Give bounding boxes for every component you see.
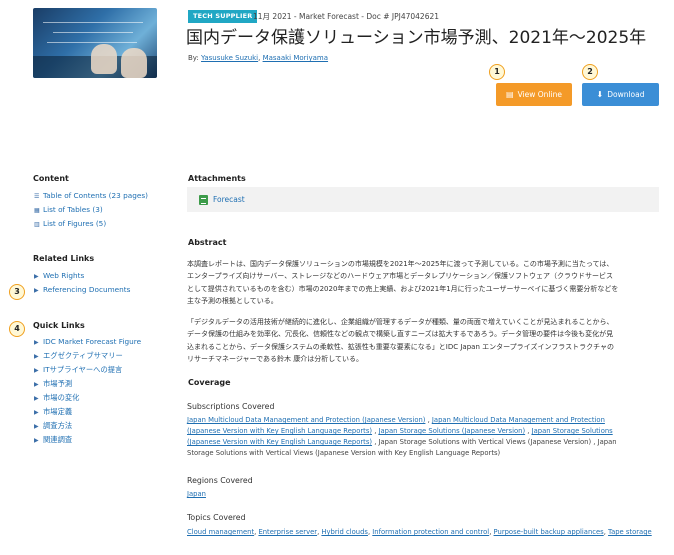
quick-link[interactable]: ▶ ITサプライヤーへの提言: [34, 365, 122, 376]
authors-line: By: Yasusuke Suzuki, Masaaki Moriyama: [188, 54, 329, 62]
attachment-row: Forecast: [187, 187, 659, 212]
document-icon: ▤: [506, 90, 514, 99]
subscription-link[interactable]: (Japanese Version with Key English Langu…: [187, 438, 372, 446]
coverage-heading: Coverage: [188, 378, 231, 387]
quick-link[interactable]: ▶ IDC Market Forecast Figure: [34, 337, 141, 348]
quick-link[interactable]: ▶ 市場予測: [34, 379, 72, 390]
sidebar-item-list-of-tables[interactable]: ▦ List of Tables (3): [34, 205, 103, 216]
callout-marker: 3: [9, 284, 25, 300]
caret-right-icon: ▶: [34, 381, 39, 388]
subscription-link[interactable]: Japan Multicloud Data Management and Pro…: [432, 416, 605, 424]
caret-right-icon: ▶: [34, 287, 39, 294]
view-online-button[interactable]: ▤ View Online: [496, 83, 572, 106]
download-icon: ⬇: [596, 90, 604, 99]
document-type-badge: TECH SUPPLIER: [188, 10, 258, 23]
report-thumbnail: [33, 8, 157, 78]
page-title: 国内データ保護ソリューション市場予測、2021年～2025年: [186, 28, 647, 48]
caret-right-icon: ▶: [34, 339, 39, 346]
caret-right-icon: ▶: [34, 367, 39, 374]
topics-list: Cloud management, Enterprise server, Hyb…: [187, 528, 652, 536]
regions-heading: Regions Covered: [187, 476, 253, 485]
author-link[interactable]: Yasusuke Suzuki: [201, 54, 258, 62]
sidebar-item-web-rights[interactable]: ▶ Web Rights: [34, 271, 84, 282]
download-button[interactable]: ⬇ Download: [582, 83, 659, 106]
content-heading: Content: [33, 174, 69, 183]
quick-link[interactable]: ▶ 関連調査: [34, 435, 72, 446]
subscriptions-list: Japan Multicloud Data Management and Pro…: [187, 416, 617, 457]
author-link[interactable]: Masaaki Moriyama: [263, 54, 328, 62]
sidebar-item-list-of-figures[interactable]: ▥ List of Figures (5): [34, 219, 106, 230]
excel-file-icon: [199, 195, 208, 205]
subscription-link[interactable]: Japan Storage Solutions: [532, 427, 613, 435]
topic-link[interactable]: Enterprise server: [258, 528, 317, 536]
topic-link[interactable]: Hybrid clouds: [321, 528, 368, 536]
regions-list: Japan: [187, 489, 657, 500]
caret-right-icon: ▶: [34, 437, 39, 444]
caret-right-icon: ▶: [34, 273, 39, 280]
caret-right-icon: ▶: [34, 395, 39, 402]
sidebar-item-referencing-documents[interactable]: ▶ Referencing Documents: [34, 285, 130, 296]
caret-right-icon: ▶: [34, 353, 39, 360]
subscription-link[interactable]: Japan Storage Solutions (Japanese Versio…: [379, 427, 526, 435]
subscription-link[interactable]: Japan Multicloud Data Management and Pro…: [187, 416, 425, 424]
quick-link[interactable]: ▶ エグゼクティブサマリー: [34, 351, 123, 362]
abstract-paragraph-1: 本調査レポートは、国内データ保護ソリューションの市場規模を2021年～2025年…: [187, 260, 619, 305]
caret-right-icon: ▶: [34, 423, 39, 430]
caret-right-icon: ▶: [34, 409, 39, 416]
callout-marker: 4: [9, 321, 25, 337]
related-links-heading: Related Links: [33, 254, 95, 263]
sidebar-item-table-of-contents[interactable]: ☰ Table of Contents (23 pages): [34, 191, 148, 202]
subscriptions-heading: Subscriptions Covered: [187, 402, 275, 411]
topic-link[interactable]: Information protection and control: [372, 528, 489, 536]
bar-chart-icon: ▥: [34, 221, 40, 228]
quick-link[interactable]: ▶ 調査方法: [34, 421, 72, 432]
abstract-heading: Abstract: [188, 238, 227, 247]
topic-link[interactable]: Tape storage: [608, 528, 652, 536]
table-icon: ▦: [34, 207, 40, 214]
attachment-link-forecast[interactable]: Forecast: [213, 195, 245, 205]
attachments-heading: Attachments: [188, 174, 246, 183]
callout-marker: 1: [489, 64, 505, 80]
quick-link[interactable]: ▶ 市場定義: [34, 407, 72, 418]
region-link[interactable]: Japan: [187, 490, 206, 498]
callout-marker: 2: [582, 64, 598, 80]
quick-links-heading: Quick Links: [33, 321, 85, 330]
document-meta: 11月 2021 - Market Forecast - Doc # JPJ47…: [253, 12, 440, 21]
quick-link[interactable]: ▶ 市場の変化: [34, 393, 79, 404]
list-icon: ☰: [34, 193, 40, 200]
abstract-paragraph-2: 「デジタルデータの活用技術が継続的に進化し、企業組織が管理するデータが種類、量の…: [187, 318, 615, 363]
topics-heading: Topics Covered: [187, 513, 246, 522]
topic-link[interactable]: Cloud management: [187, 528, 254, 536]
subscription-link[interactable]: (Japanese Version with Key English Langu…: [187, 427, 372, 435]
topic-link[interactable]: Purpose-built backup appliances: [494, 528, 604, 536]
